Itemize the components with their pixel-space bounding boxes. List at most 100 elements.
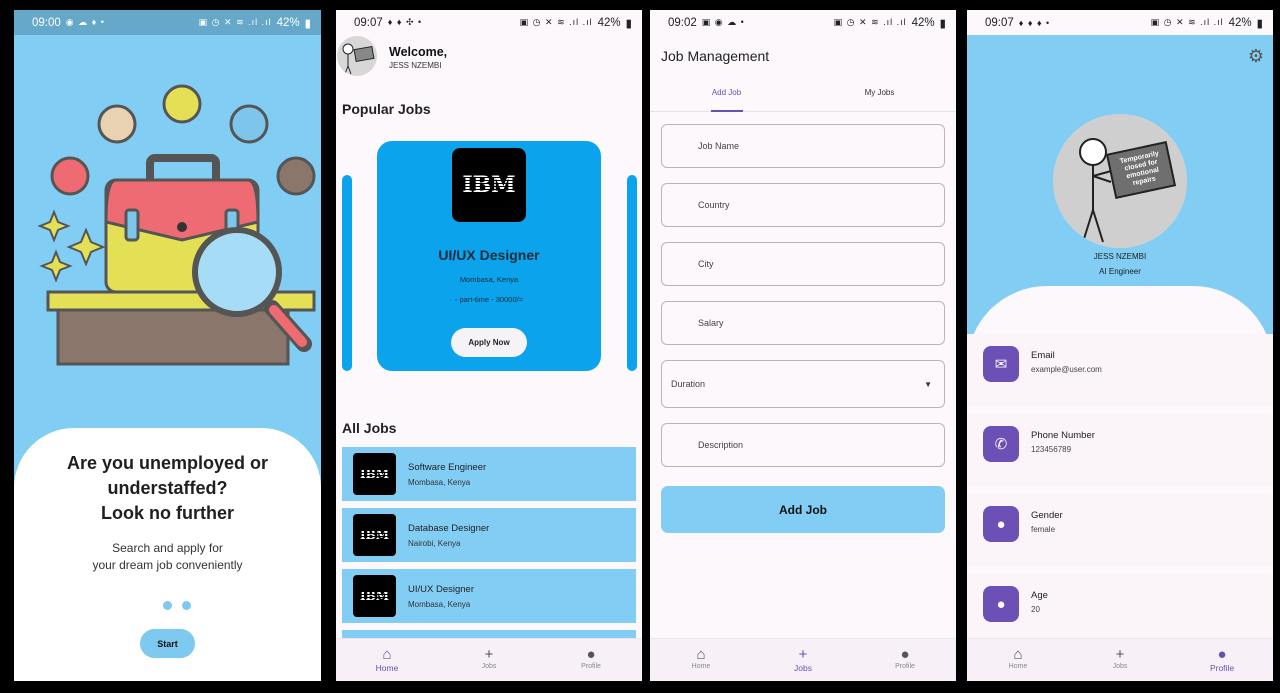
city-field[interactable]: City bbox=[661, 242, 945, 286]
company-logo: IBM bbox=[353, 514, 396, 556]
email-row: ✉ Email example@user.com bbox=[967, 334, 1273, 406]
nav-label: Profile bbox=[1209, 663, 1235, 673]
nav-home[interactable]: ⌂ Home bbox=[650, 639, 752, 681]
welcome-header: Welcome, JESS NZEMBI bbox=[336, 34, 642, 82]
row-key: Gender bbox=[1031, 510, 1063, 521]
battery-level: 42% bbox=[276, 16, 300, 29]
add-job-button[interactable]: Add Job bbox=[661, 486, 945, 533]
bottom-nav: ⌂ Home + Jobs ● Profile bbox=[650, 638, 956, 681]
start-button[interactable]: Start bbox=[140, 629, 195, 658]
person-icon: ● bbox=[1217, 646, 1227, 663]
nav-jobs[interactable]: + Jobs bbox=[438, 639, 540, 681]
home-screen: 09:07 ♦ ♦ ✣ • ▣ ◷ ✕ ≋ .ıl .ıl 42% ▮ Welcome… bbox=[336, 10, 642, 681]
phone-row: ✆ Phone Number 123456789 bbox=[967, 414, 1273, 486]
nav-label: Home bbox=[375, 663, 399, 673]
row-value: female bbox=[1031, 525, 1056, 534]
nav-home[interactable]: ⌂ Home bbox=[967, 639, 1069, 681]
page-dot-active[interactable] bbox=[144, 601, 153, 610]
notification-icons: ♦ ♦ ✣ • bbox=[387, 17, 423, 27]
battery-level: 42% bbox=[1228, 16, 1252, 29]
subtitle-line: Search and apply for bbox=[112, 541, 223, 555]
row-value: 20 bbox=[1031, 605, 1040, 614]
gear-icon[interactable]: ⚙ bbox=[1248, 46, 1264, 67]
carousel-prev-card[interactable] bbox=[342, 175, 352, 371]
gender-row: ● Gender female bbox=[967, 494, 1273, 566]
tab-my-jobs[interactable]: My Jobs bbox=[803, 82, 956, 111]
nav-profile[interactable]: ● Profile bbox=[540, 639, 642, 681]
duration-select[interactable]: Duration ▼ bbox=[661, 360, 945, 408]
person-icon: ● bbox=[586, 646, 596, 663]
nav-label: Jobs bbox=[481, 663, 497, 670]
list-item[interactable]: IBM Database Designer Nairobi, Kenya bbox=[342, 508, 636, 562]
battery-icon: ▮ bbox=[939, 17, 946, 30]
featured-job-title: UI/UX Designer bbox=[438, 247, 540, 263]
subtitle-line: your dream job conveniently bbox=[92, 558, 243, 572]
nav-label: Home bbox=[691, 663, 711, 670]
headline-line: Look no further bbox=[101, 503, 234, 523]
status-time: 09:02 bbox=[668, 16, 697, 29]
company-logo-text: IBM bbox=[359, 528, 390, 542]
nav-profile[interactable]: ● Profile bbox=[854, 639, 956, 681]
job-location: Mombasa, Kenya bbox=[408, 478, 471, 487]
featured-job-card[interactable]: IBM UI/UX Designer Mombasa, Kenya - part… bbox=[377, 141, 601, 371]
page-dot[interactable] bbox=[163, 601, 172, 610]
profile-picture[interactable]: Temporarily closed for emotional repairs bbox=[1053, 114, 1187, 248]
carousel-next-card[interactable] bbox=[627, 175, 637, 371]
onboarding-subtitle: Search and apply for your dream job conv… bbox=[14, 540, 321, 574]
list-item[interactable]: IBM UI/UX Designer Mombasa, Kenya bbox=[342, 569, 636, 623]
apply-now-button[interactable]: Apply Now bbox=[451, 328, 527, 357]
battery-icon: ▮ bbox=[1256, 17, 1263, 30]
status-time: 09:07 bbox=[985, 16, 1014, 29]
status-bar: 09:02 ▣ ◉ ☁ • ▣ ◷ ✕ ≋ .ıl .ıl 42% ▮ bbox=[650, 10, 956, 35]
job-title: Database Designer bbox=[408, 523, 490, 534]
country-field[interactable]: Country bbox=[661, 183, 945, 227]
mail-icon: ✉ bbox=[983, 346, 1019, 382]
company-logo: IBM bbox=[452, 148, 526, 222]
job-location: Mombasa, Kenya bbox=[408, 600, 471, 609]
nav-label: Profile bbox=[581, 663, 601, 670]
phone-icon: ✆ bbox=[983, 426, 1019, 462]
system-icons: ▣ ◷ ✕ ≋ .ıl .ıl bbox=[519, 17, 593, 27]
nav-jobs[interactable]: + Jobs bbox=[1069, 639, 1171, 681]
nav-profile[interactable]: ● Profile bbox=[1171, 639, 1273, 681]
system-icons: ▣ ◷ ✕ ≋ .ıl .ıl bbox=[1150, 17, 1224, 27]
battery-level: 42% bbox=[597, 16, 621, 29]
notification-icons: ◉ ☁ ♦ • bbox=[65, 17, 105, 27]
featured-job-meta: - part-time - 30000/= bbox=[454, 295, 524, 304]
company-logo: IBM bbox=[353, 575, 396, 617]
battery-level: 42% bbox=[911, 16, 935, 29]
age-row: ● Age 20 bbox=[967, 574, 1273, 646]
featured-job-location: Mombasa, Kenya bbox=[459, 275, 519, 284]
job-search-illustration bbox=[37, 84, 316, 366]
nav-home[interactable]: ⌂ Home bbox=[336, 639, 438, 681]
plus-icon: + bbox=[798, 646, 808, 663]
headline-line: understaffed? bbox=[107, 478, 228, 498]
tab-bar: Add Job My Jobs bbox=[650, 82, 956, 112]
row-key: Age bbox=[1031, 590, 1048, 601]
status-bar: 09:00 ◉ ☁ ♦ • ▣ ◷ ✕ ≋ .ıl .ıl 42% ▮ bbox=[14, 10, 321, 35]
home-icon: ⌂ bbox=[696, 646, 706, 663]
duration-label: Duration bbox=[671, 379, 706, 389]
onboarding-card: Are you unemployed or understaffed? Look… bbox=[14, 428, 321, 681]
page-dot[interactable] bbox=[182, 601, 191, 610]
system-icons: ▣ ◷ ✕ ≋ .ıl .ıl bbox=[833, 17, 907, 27]
system-icons: ▣ ◷ ✕ ≋ .ıl .ıl bbox=[198, 17, 272, 27]
job-name-field[interactable]: Job Name bbox=[661, 124, 945, 168]
tab-add-job[interactable]: Add Job bbox=[650, 82, 803, 111]
description-field[interactable]: Description bbox=[661, 423, 945, 467]
page-indicator bbox=[14, 601, 321, 610]
list-item[interactable]: IBM Software Engineer Mombasa, Kenya bbox=[342, 447, 636, 501]
job-title: UI/UX Designer bbox=[408, 584, 474, 595]
notification-icons: ▣ ◉ ☁ • bbox=[701, 17, 745, 27]
plus-icon: + bbox=[1115, 646, 1125, 663]
bottom-nav: ⌂ Home + Jobs ● Profile bbox=[336, 638, 642, 681]
nav-jobs[interactable]: + Jobs bbox=[752, 639, 854, 681]
person-icon: ● bbox=[983, 586, 1019, 622]
company-logo-text: IBM bbox=[359, 467, 390, 481]
headline-line: Are you unemployed or bbox=[66, 453, 269, 473]
dropdown-arrow-icon: ▼ bbox=[924, 379, 932, 389]
salary-field[interactable]: Salary bbox=[661, 301, 945, 345]
company-logo-text: IBM bbox=[462, 172, 516, 198]
plus-icon: + bbox=[484, 646, 494, 663]
avatar[interactable] bbox=[337, 36, 377, 76]
